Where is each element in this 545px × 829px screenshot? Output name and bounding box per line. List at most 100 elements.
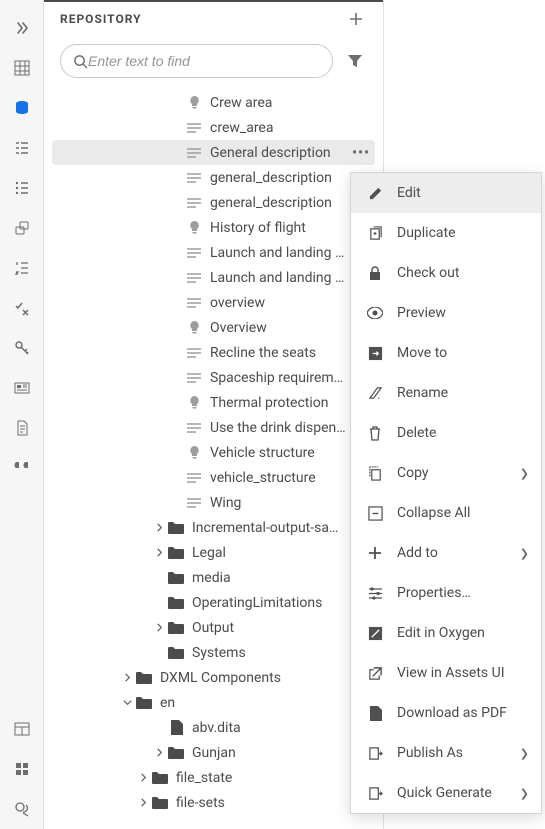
check-x-icon[interactable] <box>0 288 44 328</box>
ctx-item-move-to[interactable]: Move to <box>351 333 541 373</box>
outline-icon[interactable] <box>0 128 44 168</box>
chevron-right-icon: ❯ <box>520 467 529 480</box>
ctx-item-preview[interactable]: Preview <box>351 293 541 333</box>
ctx-item-add-to[interactable]: Add to❯ <box>351 533 541 573</box>
tree-item[interactable]: Crew area••• <box>52 90 375 115</box>
ctx-item-properties-[interactable]: Properties… <box>351 573 541 613</box>
tree-item[interactable]: Vehicle structure••• <box>52 440 375 465</box>
apps-icon[interactable] <box>0 749 44 789</box>
ctx-item-check-out[interactable]: Check out <box>351 253 541 293</box>
list-icon[interactable] <box>0 168 44 208</box>
tree-item[interactable]: Thermal protection••• <box>52 390 375 415</box>
tree-label: General description <box>204 145 347 161</box>
chevron-right-icon: ❯ <box>520 747 529 760</box>
reuse-icon[interactable] <box>0 208 44 248</box>
tree-item[interactable]: media••• <box>52 565 375 590</box>
ctx-label: Move to <box>387 345 529 361</box>
ctx-label: Delete <box>387 425 529 441</box>
tree-item[interactable]: Use the drink dispenser••• <box>52 415 375 440</box>
ctx-item-view-in-assets-ui[interactable]: View in Assets UI <box>351 653 541 693</box>
tree-item[interactable]: crew_area••• <box>52 115 375 140</box>
expand-rail-icon[interactable] <box>0 8 44 48</box>
search-box[interactable] <box>60 44 333 78</box>
search-input[interactable] <box>88 53 320 69</box>
tree-item[interactable]: abv.dita••• <box>52 715 375 740</box>
tree-item[interactable]: Gunjan••• <box>52 740 375 765</box>
tree-item[interactable]: General description••• <box>52 140 375 165</box>
tree-item[interactable]: DXML Components••• <box>52 665 375 690</box>
tree-chevron-icon <box>152 748 166 757</box>
tree-item[interactable]: History of flight••• <box>52 215 375 240</box>
oxygen-icon <box>363 626 387 641</box>
tree-item[interactable]: vehicle_structure••• <box>52 465 375 490</box>
tree-label: media <box>186 570 347 586</box>
tree-node-icon <box>166 746 186 759</box>
tree-node-icon <box>184 96 204 110</box>
ctx-item-collapse-all[interactable]: Collapse All <box>351 493 541 533</box>
filter-button[interactable] <box>343 49 367 73</box>
ctx-item-edit[interactable]: Edit <box>351 173 541 213</box>
add-button[interactable] <box>345 8 367 30</box>
tree-chevron-icon <box>120 698 134 707</box>
context-menu: EditDuplicateCheck outPreview Move to Rena… <box>350 172 542 814</box>
document-icon[interactable] <box>0 408 44 448</box>
ctx-label: Collapse All <box>387 505 529 521</box>
quote-icon[interactable] <box>0 448 44 488</box>
pdf-icon <box>363 706 387 721</box>
tree-item[interactable]: Launch and landing site••• <box>52 240 375 265</box>
ctx-item-duplicate[interactable]: Duplicate <box>351 213 541 253</box>
card-icon[interactable] <box>0 368 44 408</box>
tree-item[interactable]: Spaceship requirements••• <box>52 365 375 390</box>
tree-item[interactable]: Incremental-output-sample••• <box>52 515 375 540</box>
tree-label: Crew area <box>204 95 347 111</box>
ctx-item-edit-in-oxygen[interactable]: Edit in Oxygen <box>351 613 541 653</box>
tree-item[interactable]: Wing••• <box>52 490 375 515</box>
tree-label: Thermal protection <box>204 395 347 411</box>
publish-icon <box>363 746 387 761</box>
eye-icon <box>363 307 387 319</box>
ctx-item-publish-as[interactable]: Publish As❯ <box>351 733 541 773</box>
tree-node-icon <box>134 696 154 709</box>
tree-node-icon <box>184 198 204 208</box>
tree-item[interactable]: Legal••• <box>52 540 375 565</box>
layout-icon[interactable] <box>0 709 44 749</box>
tree-item[interactable]: overview••• <box>52 290 375 315</box>
tree-label: Systems <box>186 645 347 661</box>
tree-label: DXML Components <box>154 670 347 686</box>
ctx-label: Add to <box>387 545 520 561</box>
ctx-label: Properties… <box>387 585 529 601</box>
tree-item[interactable]: general_description••• <box>52 165 375 190</box>
tree-label: en <box>154 695 347 711</box>
tree-item[interactable]: Systems••• <box>52 640 375 665</box>
tree-item[interactable]: Output••• <box>52 615 375 640</box>
tree-item[interactable]: en••• <box>52 690 375 715</box>
tree-item[interactable]: Recline the seats••• <box>52 340 375 365</box>
grid-icon[interactable] <box>0 48 44 88</box>
tree-item[interactable]: general_description••• <box>52 190 375 215</box>
numbered-list-icon[interactable] <box>0 248 44 288</box>
tree-item[interactable]: Overview••• <box>52 315 375 340</box>
tree-item[interactable]: file-sets••• <box>52 790 375 815</box>
search-row <box>44 36 383 90</box>
tree-label: Output <box>186 620 347 636</box>
plus-icon <box>363 546 387 560</box>
tree-label: Legal <box>186 545 347 561</box>
ctx-item-download-as-pdf[interactable]: Download as PDF <box>351 693 541 733</box>
more-options-icon[interactable]: ••• <box>347 145 375 161</box>
tree-item[interactable]: file_state••• <box>52 765 375 790</box>
left-rail <box>0 0 44 829</box>
tree-label: overview <box>204 295 347 311</box>
find-replace-icon[interactable] <box>0 789 44 829</box>
lock-icon <box>363 266 387 281</box>
ctx-item-delete[interactable]: Delete <box>351 413 541 453</box>
key-icon[interactable] <box>0 328 44 368</box>
tree-node-icon <box>184 148 204 158</box>
tree-item[interactable]: OperatingLimitations••• <box>52 590 375 615</box>
tree-item[interactable]: Launch and landing site••• <box>52 265 375 290</box>
ctx-item-rename[interactable]: Rename <box>351 373 541 413</box>
tree-chevron-icon <box>136 798 150 807</box>
tree-label: Overview <box>204 320 347 336</box>
repository-icon[interactable] <box>0 88 44 128</box>
ctx-item-quick-generate[interactable]: Quick Generate❯ <box>351 773 541 813</box>
ctx-item-copy[interactable]: Copy❯ <box>351 453 541 493</box>
